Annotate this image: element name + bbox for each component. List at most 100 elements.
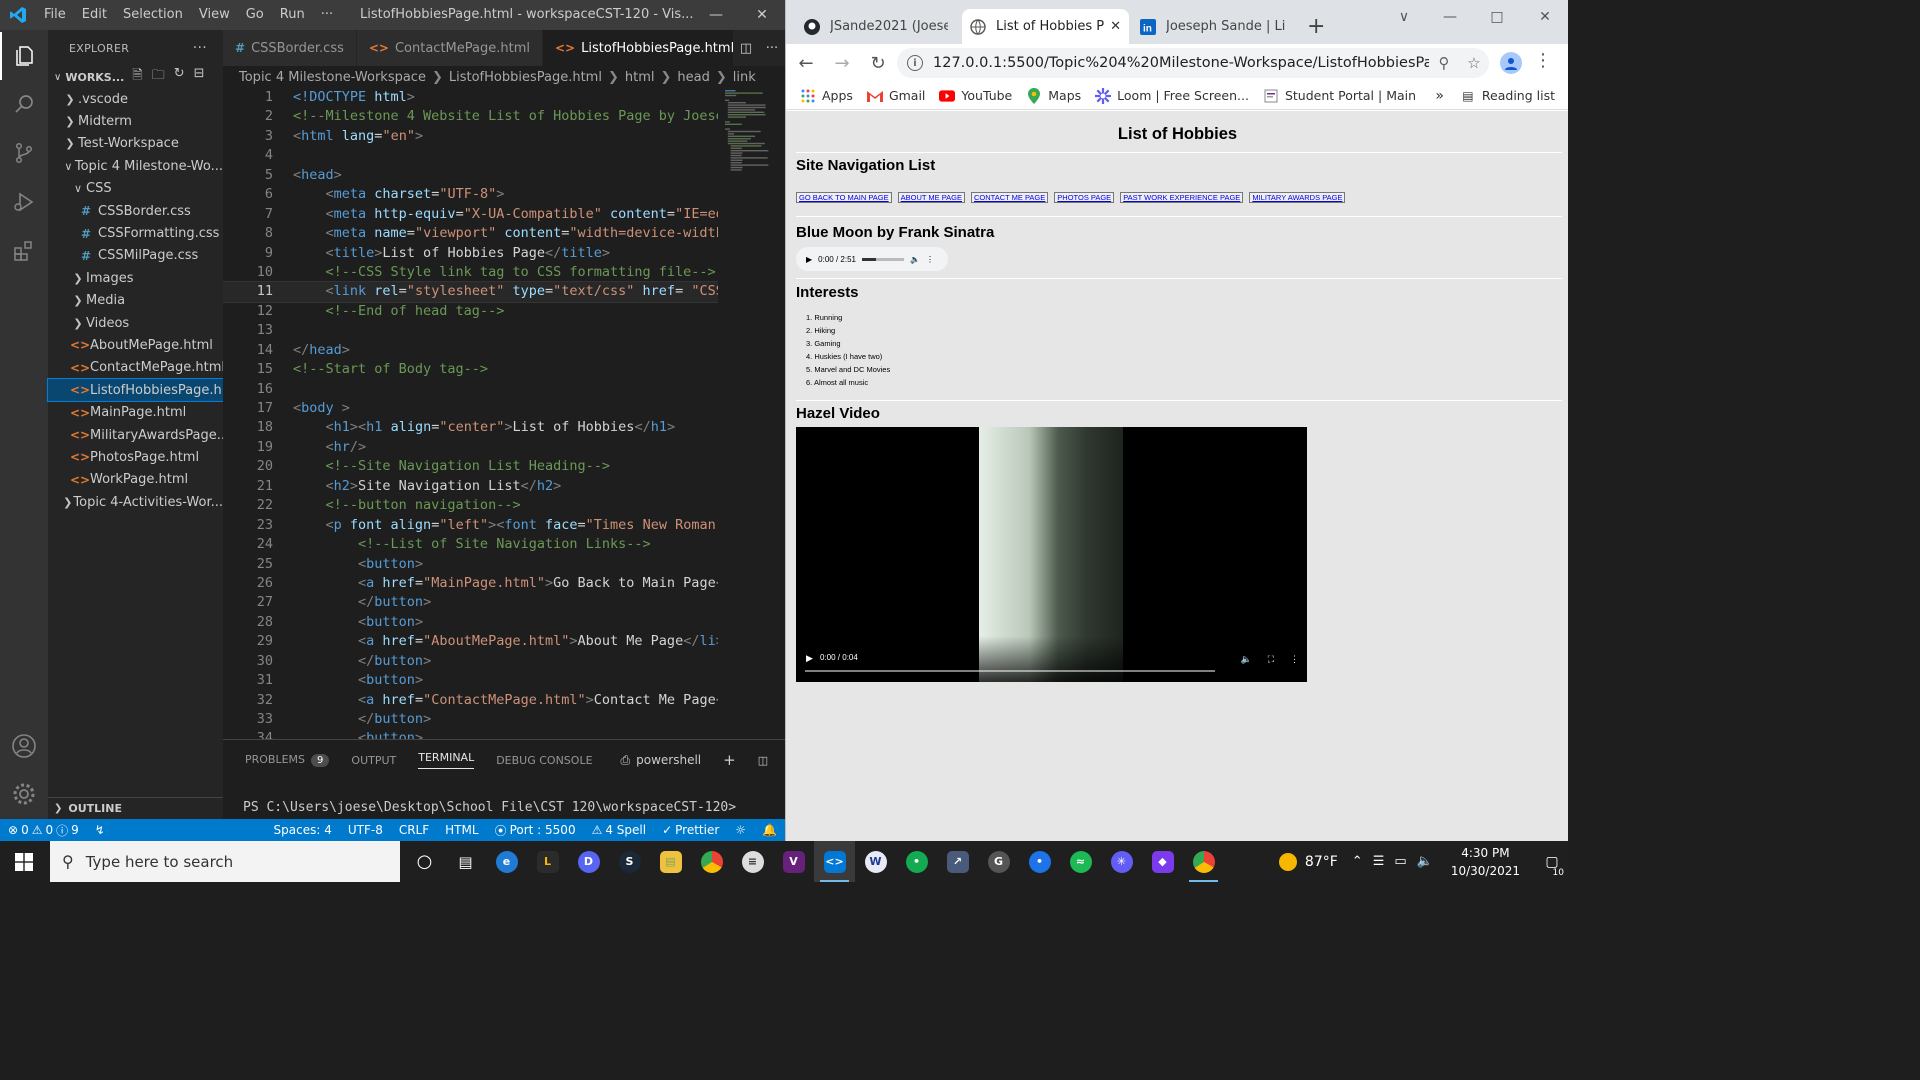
new-folder-icon[interactable]: 🗀 — [152, 66, 165, 88]
code-line[interactable]: 10 <!--CSS Style link tag to CSS formatt… — [223, 263, 718, 282]
tab-github[interactable]: JSande2021 (Joese — [796, 9, 956, 44]
code-editor[interactable]: 1 <!DOCTYPE html> 2 <!--Milestone 4 Website… — [223, 88, 718, 739]
code-line[interactable]: 17 <body > — [223, 399, 718, 418]
menu-item[interactable]: Edit — [74, 0, 115, 30]
menu-item[interactable]: Run — [272, 0, 313, 30]
new-tab-button[interactable]: + — [1307, 14, 1325, 39]
tab-output[interactable]: OUTPUT — [351, 754, 396, 767]
folder-item[interactable]: ❯ Images — [48, 267, 223, 289]
folder-item[interactable]: ∨ Topic 4 Milestone-Wo... — [48, 155, 223, 177]
audio-options-icon[interactable]: ⋮ — [926, 255, 934, 264]
tab-list-of-hobbies[interactable]: List of Hobbies Pag ✕ — [962, 9, 1129, 44]
eol-status[interactable]: CRLF — [391, 823, 437, 837]
file-item[interactable]: <> WorkPage.html — [48, 469, 223, 491]
nav-link-button[interactable]: ABOUT ME PAGE — [897, 192, 966, 203]
fullscreen-icon[interactable]: ⛶ — [1268, 654, 1274, 665]
nav-link-button[interactable]: GO BACK TO MAIN PAGE — [796, 192, 892, 203]
app-icon-2[interactable]: ≡ — [732, 841, 773, 882]
visual-studio-icon[interactable]: V — [773, 841, 814, 882]
folder-item[interactable]: ❯ Test-Workspace — [48, 133, 223, 155]
folder-item[interactable]: ❯ Topic 4-Activities-Wor... — [48, 491, 223, 513]
editor-tab[interactable]: <> ContactMePage.html — [356, 30, 543, 66]
tab-debug-console[interactable]: DEBUG CONSOLE — [496, 754, 592, 767]
tab-search-chevron-icon[interactable]: ∨ — [1381, 0, 1427, 34]
minimap[interactable] — [723, 88, 779, 248]
taskbar-search-box[interactable]: ⚲ Type here to search — [50, 841, 400, 882]
minimize-button[interactable]: — — [1427, 0, 1473, 34]
code-line[interactable]: 8 <meta name="viewport" content="width=d… — [223, 224, 718, 243]
code-line[interactable]: 5 <head> — [223, 166, 718, 185]
code-line[interactable]: 28 <button> — [223, 613, 718, 632]
menu-item[interactable]: View — [191, 0, 238, 30]
code-line[interactable]: 1 <!DOCTYPE html> — [223, 88, 718, 107]
file-item[interactable]: <> ContactMePage.html — [48, 357, 223, 379]
file-item[interactable]: <> MainPage.html — [48, 401, 223, 423]
obsidian-icon[interactable]: ◆ — [1142, 841, 1183, 882]
tab-linkedin[interactable]: in Joeseph Sande | Li — [1132, 9, 1298, 44]
explorer-files-icon[interactable] — [0, 32, 48, 80]
cortana-icon[interactable]: ○ — [404, 841, 445, 882]
more-actions-icon[interactable]: ··· — [193, 40, 207, 56]
play-icon[interactable]: ▶ — [806, 653, 813, 664]
code-line[interactable]: 4 — [223, 146, 718, 165]
code-line[interactable]: 15 <!--Start of Body tag--> — [223, 360, 718, 379]
more-bookmarks-chevron-icon[interactable]: » — [1435, 88, 1444, 104]
encoding-status[interactable]: UTF-8 — [340, 823, 391, 837]
forward-arrow-icon[interactable]: → — [826, 47, 858, 79]
app-icon-5[interactable]: ↗ — [937, 841, 978, 882]
volume-icon[interactable]: 🔈 — [910, 255, 920, 264]
breadcrumb-item[interactable]: Topic 4 Milestone-Workspace — [239, 70, 426, 85]
breadcrumb-item[interactable]: ListofHobbiesPage.html — [449, 70, 602, 85]
language-status[interactable]: HTML — [437, 823, 486, 837]
feedback-icon[interactable]: ☼ — [727, 823, 754, 837]
file-item[interactable]: # CSSMilPage.css — [48, 245, 223, 267]
more-actions-icon[interactable]: ··· — [766, 41, 778, 56]
refresh-icon[interactable]: ↻ — [174, 66, 185, 88]
collapse-all-icon[interactable]: ⊟ — [194, 66, 205, 88]
bookmark-loom[interactable]: Loom | Free Screen... — [1095, 87, 1249, 104]
menu-item[interactable]: File — [36, 0, 74, 30]
code-line[interactable]: 25 <button> — [223, 555, 718, 574]
video-options-icon[interactable]: ⋮ — [1290, 654, 1299, 665]
close-tab-icon[interactable]: ✕ — [1110, 19, 1121, 34]
menu-item[interactable]: Go — [238, 0, 272, 30]
code-line[interactable]: 16 — [223, 380, 718, 399]
file-item[interactable]: # CSSBorder.css — [48, 200, 223, 222]
code-line[interactable]: 27 </button> — [223, 593, 718, 612]
breadcrumb-item[interactable]: link — [733, 70, 756, 85]
minimize-button[interactable]: — — [693, 0, 739, 30]
code-line[interactable]: 9 <title>List of Hobbies Page</title> — [223, 244, 718, 263]
video-player[interactable]: ▶ 0:00 / 0:04 🔈 ⛶ ⋮ — [796, 427, 1307, 682]
app-icon-1[interactable]: L — [527, 841, 568, 882]
new-file-icon[interactable]: 🗎 — [132, 66, 142, 88]
code-line[interactable]: 33 </button> — [223, 710, 718, 729]
search-icon[interactable] — [0, 80, 48, 128]
windows-start-icon[interactable] — [0, 841, 48, 882]
volume-icon[interactable]: 🔈 — [1417, 854, 1433, 869]
bookmark-maps[interactable]: Maps — [1026, 87, 1081, 104]
battery-icon[interactable]: ▭ — [1394, 854, 1406, 869]
folder-item[interactable]: ❯ Media — [48, 290, 223, 312]
code-line[interactable]: 22 <!--button navigation--> — [223, 496, 718, 515]
menu-item[interactable]: Selection — [115, 0, 191, 30]
code-line[interactable]: 24 <!--List of Site Navigation Links--> — [223, 535, 718, 554]
file-explorer-icon[interactable]: ▤ — [650, 841, 691, 882]
menu-item[interactable]: ··· — [313, 0, 341, 30]
live-server-port[interactable]: ⦿ Port : 5500 — [487, 822, 584, 839]
code-line[interactable]: 21 <h2>Site Navigation List</h2> — [223, 477, 718, 496]
lightning-icon[interactable]: ↯ — [87, 823, 113, 837]
code-line[interactable]: 14 </head> — [223, 341, 718, 360]
tab-terminal[interactable]: TERMINAL — [418, 751, 475, 769]
nav-link-button[interactable]: MILITARY AWARDS PAGE — [1249, 192, 1346, 203]
site-info-icon[interactable]: i — [907, 55, 923, 71]
video-seek-bar[interactable] — [805, 670, 1215, 672]
code-line[interactable]: 32 <a href="ContactMePage.html">Contact … — [223, 691, 718, 710]
chrome-active-icon[interactable] — [1183, 841, 1224, 882]
play-icon[interactable]: ▶ — [806, 255, 812, 264]
maps-pin-icon[interactable]: • — [1019, 841, 1060, 882]
folder-item[interactable]: ∨ CSS — [48, 178, 223, 200]
editor-tab[interactable]: # CSSBorder.css — [223, 30, 357, 66]
bookmark-apps[interactable]: Apps — [800, 88, 853, 104]
file-item[interactable]: <> ListofHobbiesPage.h... — [47, 378, 224, 403]
code-line[interactable]: 34 <button> — [223, 729, 718, 739]
